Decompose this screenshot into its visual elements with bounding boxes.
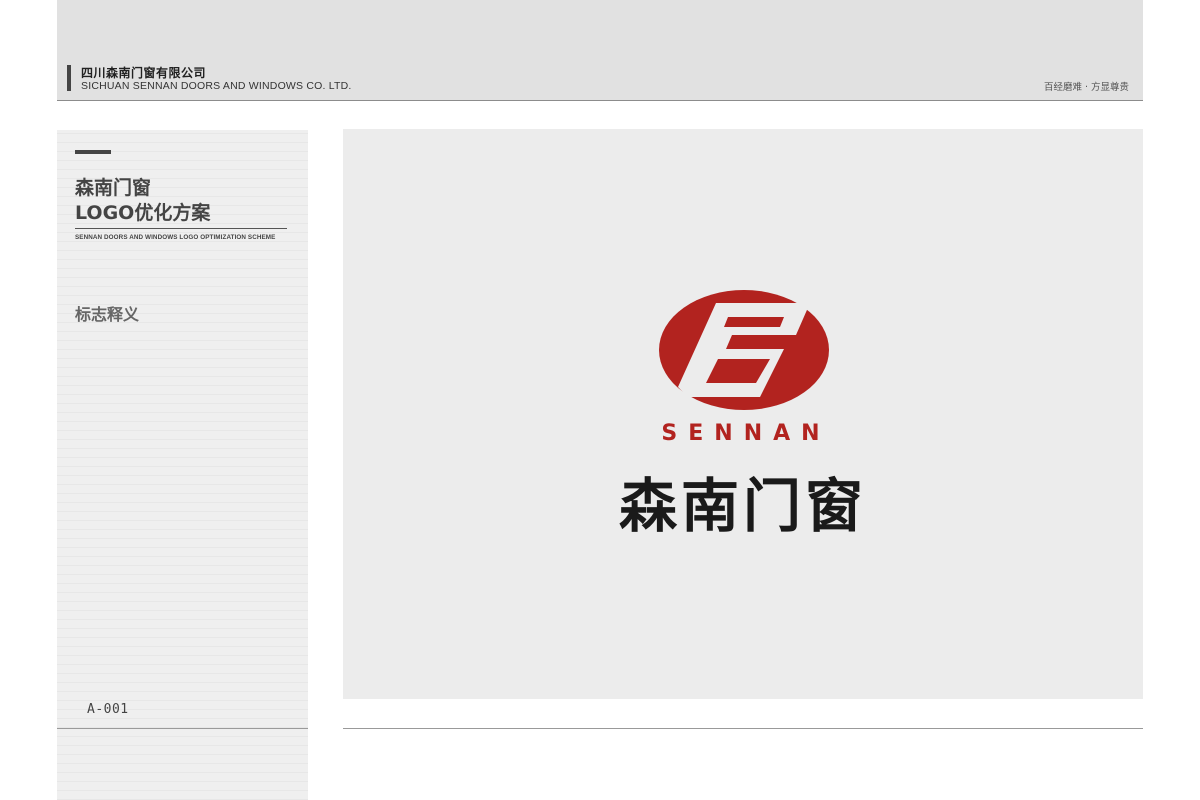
sidebar-accent-bar xyxy=(75,150,111,154)
sidebar-panel: 森南门窗 LOGO优化方案 SENNAN DOORS AND WINDOWS L… xyxy=(57,130,308,800)
page-header: 四川森南门窗有限公司 SICHUAN SENNAN DOORS AND WIND… xyxy=(57,0,1143,101)
company-name-cn: 四川森南门窗有限公司 xyxy=(81,66,207,80)
sidebar-title-line1: 森南门窗 xyxy=(75,177,152,199)
sidebar-title: 森南门窗 LOGO优化方案 xyxy=(75,176,210,226)
company-name-en: SICHUAN SENNAN DOORS AND WINDOWS CO. LTD… xyxy=(81,80,352,92)
header-accent-bar xyxy=(67,65,71,91)
company-slogan: 百经磨难 · 方显尊贵 xyxy=(1043,82,1129,93)
section-label: 标志释义 xyxy=(75,305,140,324)
logo-canvas: SENNAN 森南门窗 xyxy=(343,129,1143,699)
page-code: A-001 xyxy=(87,702,129,717)
bottom-divider xyxy=(343,728,1143,729)
sennan-s-emblem-icon xyxy=(659,290,829,410)
sidebar-subtitle: SENNAN DOORS AND WINDOWS LOGO OPTIMIZATI… xyxy=(75,234,276,241)
wordmark-cn: 森南门窗 xyxy=(618,472,867,540)
wordmark-en: SENNAN xyxy=(661,421,831,446)
title-divider xyxy=(75,228,287,229)
sidebar-title-line2: LOGO优化方案 xyxy=(75,202,211,224)
page-code-divider xyxy=(57,728,308,729)
